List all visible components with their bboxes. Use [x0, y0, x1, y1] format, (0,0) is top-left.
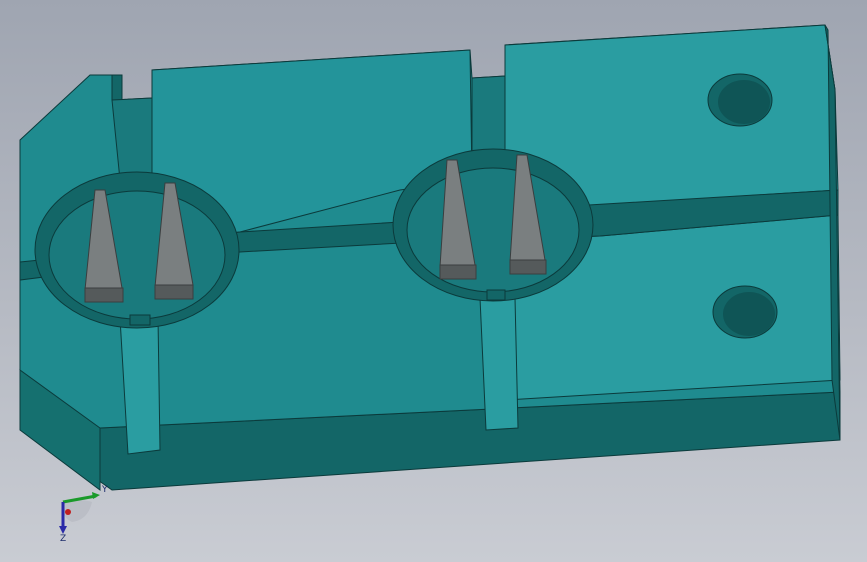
orientation-triad[interactable]: Y Z [48, 482, 108, 542]
mold-block-model[interactable] [0, 0, 867, 562]
cavity-2-core-pin-left-base [439, 264, 477, 280]
cavity-1-gate [129, 314, 151, 326]
cavity-2-core-pin-right-base [509, 259, 547, 275]
triad-x-axis-dot [65, 509, 71, 515]
triad-z-arrow [59, 526, 67, 534]
cavity-1-core-pin-right-base [154, 284, 194, 300]
mounting-hole-upper-inner [718, 80, 770, 124]
cavity-1-floor [48, 190, 226, 320]
left-slot [111, 74, 123, 101]
mounting-hole-lower-inner [723, 292, 775, 336]
cavity-2[interactable] [392, 148, 594, 302]
cavity-1[interactable] [34, 171, 240, 329]
triad-y-label: Y [101, 485, 108, 495]
cavity-2-floor [406, 167, 580, 293]
graphics-viewport[interactable]: Y Z [0, 0, 867, 562]
triad-y-arrow [92, 492, 100, 499]
cavity-1-core-pin-left-base [84, 287, 124, 303]
triad-z-label: Z [60, 534, 66, 542]
cavity-2-gate [486, 289, 506, 301]
right-gate-channel [479, 297, 519, 431]
